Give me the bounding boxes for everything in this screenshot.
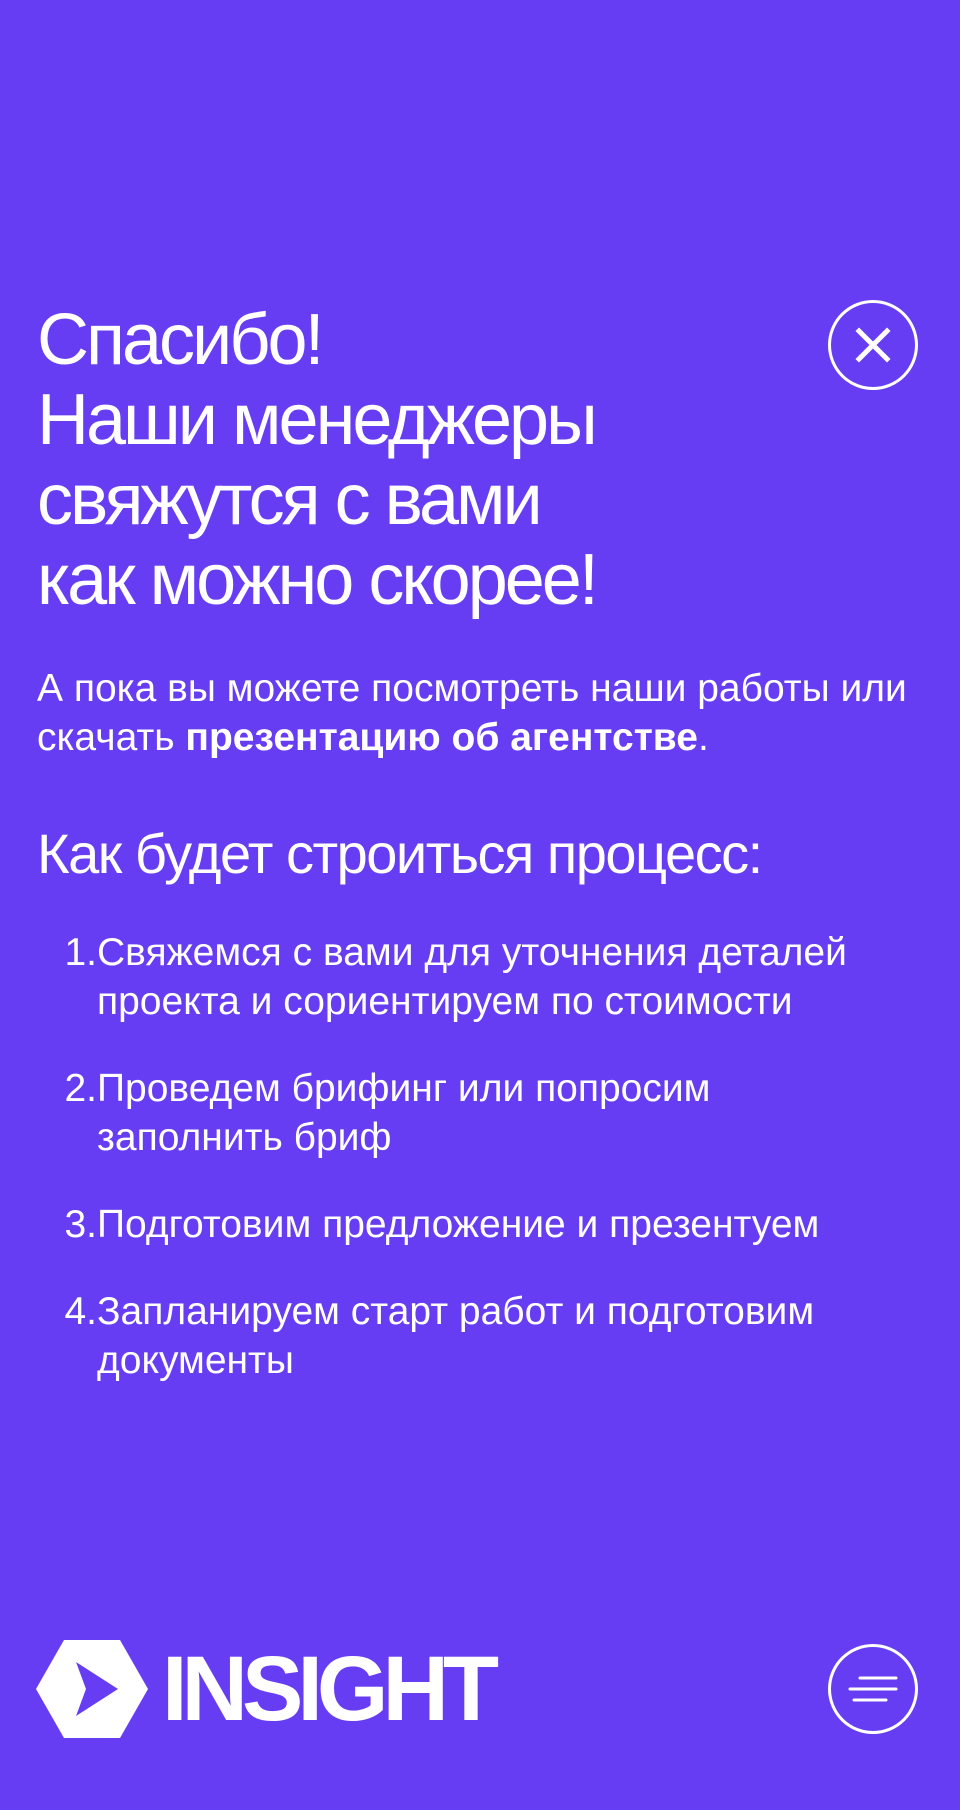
title-line: свяжутся с вами	[37, 460, 543, 540]
intro-text: А пока вы можете посмотреть наши работы …	[37, 664, 917, 762]
process-step: 1. Свяжемся с вами для уточнения деталей…	[37, 928, 917, 1026]
menu-button[interactable]	[828, 1644, 918, 1734]
step-text: Запланируем старт работ и подготовим док…	[97, 1290, 815, 1382]
step-number: 2.	[64, 1067, 97, 1110]
title-line: Наши менеджеры	[37, 380, 598, 460]
step-text: Подготовим предложение и презентуем	[97, 1203, 820, 1246]
process-heading: Как будет строиться процесс:	[37, 822, 763, 885]
process-step: 4. Запланируем старт работ и подготовим …	[37, 1287, 917, 1385]
step-number: 3.	[64, 1203, 97, 1246]
process-step: 3. Подготовим предложение и презентуем	[37, 1200, 917, 1249]
page-title: Спасибо! Наши менеджеры свяжутся с вами …	[37, 300, 917, 620]
thank-you-panel: Спасибо! Наши менеджеры свяжутся с вами …	[37, 300, 917, 1423]
presentation-link[interactable]: презентацию об агентстве	[185, 716, 698, 759]
close-button[interactable]	[828, 300, 918, 390]
step-text: Свяжемся с вами для уточнения деталей пр…	[97, 931, 847, 1023]
step-number: 1.	[64, 931, 97, 974]
step-text: Проведем брифинг или попросим заполнить …	[97, 1067, 711, 1159]
title-line: как можно скорее!	[37, 540, 599, 620]
insight-logo-icon	[36, 1640, 148, 1738]
intro-suffix: .	[697, 716, 709, 759]
step-number: 4.	[64, 1290, 97, 1333]
menu-icon	[848, 1676, 898, 1702]
insight-logo[interactable]: INSIGHT	[36, 1638, 499, 1740]
process-step: 2. Проведем брифинг или попросим заполни…	[37, 1064, 917, 1162]
close-icon	[855, 327, 891, 363]
title-line: Спасибо!	[37, 300, 325, 380]
process-steps-list: 1. Свяжемся с вами для уточнения деталей…	[37, 928, 917, 1385]
logo-text: INSIGHT	[162, 1638, 499, 1740]
